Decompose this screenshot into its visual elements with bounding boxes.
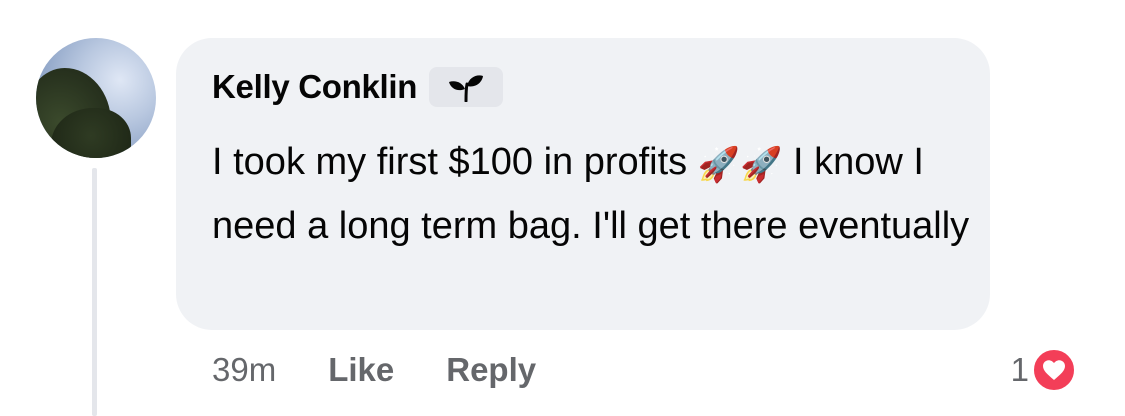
heart-icon <box>1043 360 1065 380</box>
rocket-emoji-1: 🚀 <box>697 146 741 184</box>
comment-text: I took my first $100 in profits 🚀🚀 I kno… <box>212 130 972 258</box>
rocket-emoji-2: 🚀 <box>740 146 783 184</box>
sprout-icon <box>449 75 484 102</box>
avatar[interactable] <box>36 38 156 158</box>
love-reaction-badge <box>1031 347 1077 393</box>
comment-text-part1: I took my first $100 in profits <box>212 141 698 183</box>
thread-connector-line <box>92 168 97 416</box>
reaction-count: 1 <box>1010 351 1029 388</box>
author-row: Kelly Conklin <box>212 66 504 108</box>
reply-button[interactable]: Reply <box>446 351 536 389</box>
like-button[interactable]: Like <box>328 351 394 389</box>
author-name[interactable]: Kelly Conklin <box>212 68 417 106</box>
comment-thread: Kelly Conklin I took my first $100 in pr… <box>0 0 1125 416</box>
comment-bubble: Kelly Conklin I took my first $100 in pr… <box>176 38 990 330</box>
comment-actions: 39m Like Reply <box>212 346 536 394</box>
new-member-badge[interactable] <box>429 67 504 107</box>
reactions-summary[interactable]: 1 <box>1011 344 1077 396</box>
comment-timestamp[interactable]: 39m <box>212 351 276 389</box>
